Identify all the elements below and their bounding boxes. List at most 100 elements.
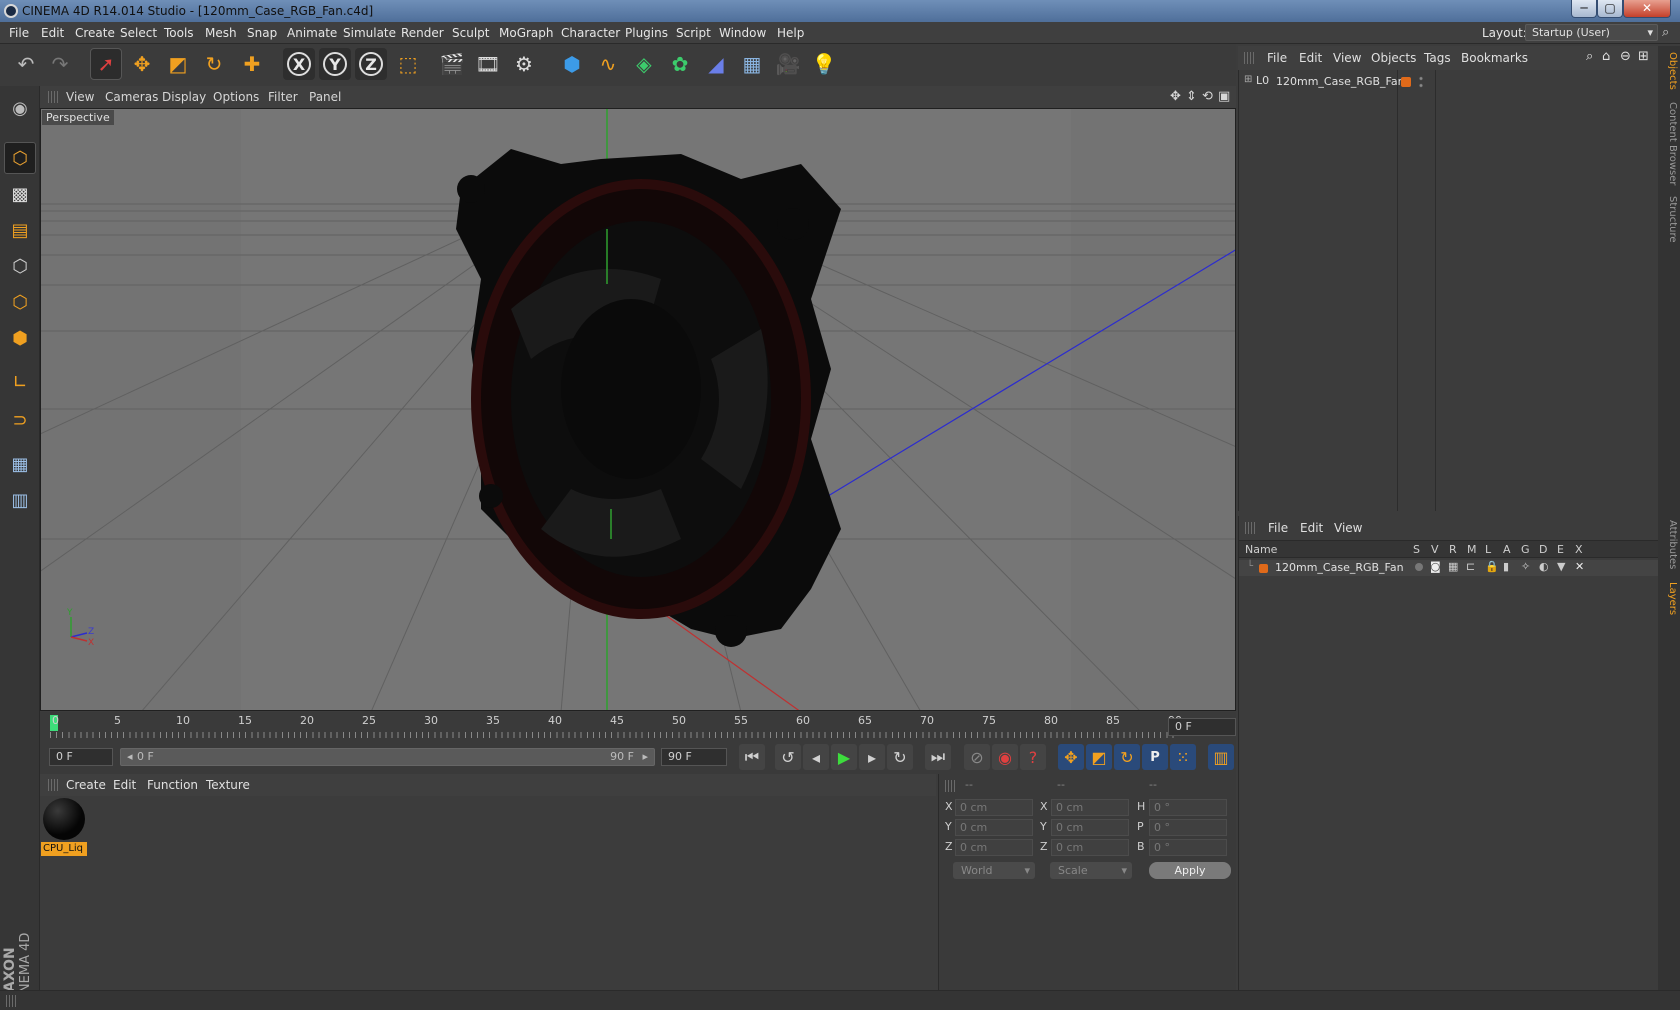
camera-icon[interactable]: 🎥 bbox=[772, 48, 804, 80]
back-icon[interactable]: ⊖ bbox=[1620, 49, 1631, 64]
frame-range-slider[interactable]: ◂ 0 F 90 F ▸ bbox=[120, 748, 655, 766]
go-to-start-icon[interactable]: ⏮ bbox=[739, 744, 765, 770]
viewport-move-icon[interactable]: ✥ bbox=[1170, 86, 1181, 108]
texture-mode-icon[interactable]: ▩ bbox=[4, 178, 36, 210]
layer-row[interactable]: └ 120mm_Case_RGB_Fan ◙ ▦ ⊏ 🔒 ▮ ✧ ◐ ▼ ✕ bbox=[1239, 560, 1659, 576]
coord-rot-b-field[interactable]: 0 ° bbox=[1149, 839, 1227, 856]
snapping-icon[interactable]: ▦ bbox=[4, 448, 36, 480]
menu-help[interactable]: Help bbox=[777, 22, 804, 44]
tab-content-browser[interactable]: Content Browser bbox=[1660, 102, 1678, 185]
object-row[interactable]: ⊞ L0 120mm_Case_RGB_Fan bbox=[1244, 74, 1405, 90]
start-frame-field[interactable]: 0 F bbox=[49, 748, 113, 766]
coordinate-system-icon[interactable]: ⬚ bbox=[392, 48, 424, 80]
layers-menu-view[interactable]: View bbox=[1334, 521, 1362, 535]
light-icon[interactable]: 💡 bbox=[808, 48, 840, 80]
coord-rot-p-field[interactable]: 0 ° bbox=[1149, 819, 1227, 836]
coord-size-y-field[interactable]: 0 cm bbox=[1051, 819, 1129, 836]
menu-tools[interactable]: Tools bbox=[164, 22, 194, 44]
axis-mode-icon[interactable]: ∟ bbox=[4, 366, 36, 398]
xref-icon[interactable]: ✕ bbox=[1575, 560, 1584, 573]
objects-menu-objects[interactable]: Objects bbox=[1371, 51, 1416, 65]
home-icon[interactable]: ⌂ bbox=[1602, 49, 1610, 64]
x-axis-icon[interactable]: X bbox=[283, 48, 315, 80]
coord-rot-h-field[interactable]: 0 ° bbox=[1149, 799, 1227, 816]
render-settings-icon[interactable]: ⚙ bbox=[508, 48, 540, 80]
keyframe-selection-icon[interactable]: ? bbox=[1020, 744, 1046, 770]
tab-structure[interactable]: Structure bbox=[1660, 196, 1678, 243]
material-menu-create[interactable]: Create bbox=[66, 778, 106, 792]
menu-sculpt[interactable]: Sculpt bbox=[452, 22, 489, 44]
record-keys-icon[interactable]: ⊘ bbox=[964, 744, 990, 770]
viewport-menu-options[interactable]: Options bbox=[213, 86, 259, 108]
go-to-end-icon[interactable]: ⏭ bbox=[925, 744, 951, 770]
next-frame-icon[interactable]: ▸ bbox=[859, 744, 885, 770]
col-view[interactable]: V bbox=[1431, 543, 1439, 556]
menu-character[interactable]: Character bbox=[561, 22, 620, 44]
col-manager[interactable]: M bbox=[1467, 543, 1477, 556]
magnet-icon[interactable]: ⊃ bbox=[4, 404, 36, 436]
redo-icon[interactable]: ↷ bbox=[44, 48, 76, 80]
solo-toggle[interactable] bbox=[1415, 563, 1423, 571]
menu-file[interactable]: File bbox=[9, 22, 29, 44]
menu-animate[interactable]: Animate bbox=[287, 22, 337, 44]
array-icon[interactable]: ✿ bbox=[664, 48, 696, 80]
layers-menu-edit[interactable]: Edit bbox=[1300, 521, 1323, 535]
menu-select[interactable]: Select bbox=[120, 22, 157, 44]
viewport-maximize-icon[interactable]: ▣ bbox=[1218, 86, 1230, 108]
layer-color-tag[interactable] bbox=[1401, 77, 1411, 87]
coord-pos-z-field[interactable]: 0 cm bbox=[955, 839, 1033, 856]
objects-menu-edit[interactable]: Edit bbox=[1299, 51, 1322, 65]
animation-icon[interactable]: ▮ bbox=[1503, 560, 1509, 573]
key-parameter-icon[interactable]: P bbox=[1142, 744, 1168, 770]
objects-menu-view[interactable]: View bbox=[1333, 51, 1361, 65]
current-frame-field[interactable]: 0 F bbox=[1168, 718, 1236, 736]
menu-snap[interactable]: Snap bbox=[247, 22, 277, 44]
col-generators[interactable]: G bbox=[1521, 543, 1530, 556]
material-menu-texture[interactable]: Texture bbox=[206, 778, 250, 792]
rotate-icon[interactable]: ↻ bbox=[198, 48, 230, 80]
material-menu-edit[interactable]: Edit bbox=[113, 778, 136, 792]
render-picture-viewer-icon[interactable]: 🎞 bbox=[472, 48, 504, 80]
tab-layers[interactable]: Layers bbox=[1660, 582, 1678, 615]
play-icon[interactable]: ▶ bbox=[831, 744, 857, 770]
end-frame-field[interactable]: 90 F bbox=[661, 748, 727, 766]
undo-icon[interactable]: ↶ bbox=[10, 48, 42, 80]
visibility-dots-icon[interactable] bbox=[1419, 75, 1423, 89]
material-swatch[interactable]: CPU_Liq bbox=[41, 798, 87, 856]
viewport-rotate-icon[interactable]: ⟲ bbox=[1202, 86, 1213, 108]
col-name[interactable]: Name bbox=[1245, 543, 1277, 556]
col-locked[interactable]: L bbox=[1485, 543, 1491, 556]
new-window-icon[interactable]: ⊞ bbox=[1638, 49, 1649, 64]
viewport-zoom-icon[interactable]: ⇕ bbox=[1186, 86, 1197, 108]
z-axis-icon[interactable]: Z bbox=[355, 48, 387, 80]
previous-frame-icon[interactable]: ◂ bbox=[803, 744, 829, 770]
col-deformers[interactable]: D bbox=[1539, 543, 1547, 556]
lock-icon[interactable]: 🔒 bbox=[1485, 560, 1499, 573]
menu-window[interactable]: Window bbox=[719, 22, 766, 44]
layout-dropdown[interactable]: Startup (User) ▾ bbox=[1525, 24, 1658, 41]
points-mode-icon[interactable]: ⬡ bbox=[4, 250, 36, 282]
generators-icon[interactable]: ✧ bbox=[1521, 560, 1530, 573]
expressions-icon[interactable]: ▼ bbox=[1557, 560, 1565, 573]
menu-mograph[interactable]: MoGraph bbox=[499, 22, 554, 44]
viewport-menu-display[interactable]: Display bbox=[162, 86, 206, 108]
edges-mode-icon[interactable]: ⬡ bbox=[4, 286, 36, 318]
add-icon[interactable]: ✚ bbox=[236, 48, 268, 80]
tab-attributes[interactable]: Attributes bbox=[1660, 520, 1678, 569]
coord-type-dropdown[interactable]: Scale ▾ bbox=[1050, 862, 1132, 879]
locked-workplane-icon[interactable]: ▥ bbox=[4, 484, 36, 516]
objects-menu-tags[interactable]: Tags bbox=[1424, 51, 1451, 65]
expand-icon[interactable]: ⊞ bbox=[1244, 74, 1252, 85]
timeline-ruler[interactable]: 051015202530354045505560657075808590 bbox=[40, 712, 1236, 742]
col-expressions[interactable]: E bbox=[1557, 543, 1564, 556]
coord-size-x-field[interactable]: 0 cm bbox=[1051, 799, 1129, 816]
viewport-menu-filter[interactable]: Filter bbox=[268, 86, 298, 108]
move-icon[interactable]: ✥ bbox=[126, 48, 158, 80]
scale-icon[interactable]: ◩ bbox=[162, 48, 194, 80]
render-icon[interactable]: ▦ bbox=[1448, 560, 1458, 573]
objects-menu-file[interactable]: File bbox=[1267, 51, 1287, 65]
viewport-menu-panel[interactable]: Panel bbox=[309, 86, 341, 108]
live-select-icon[interactable]: ➚ bbox=[90, 48, 122, 80]
maximize-button[interactable]: ▢ bbox=[1597, 0, 1623, 18]
deformers-icon[interactable]: ◐ bbox=[1539, 560, 1549, 573]
